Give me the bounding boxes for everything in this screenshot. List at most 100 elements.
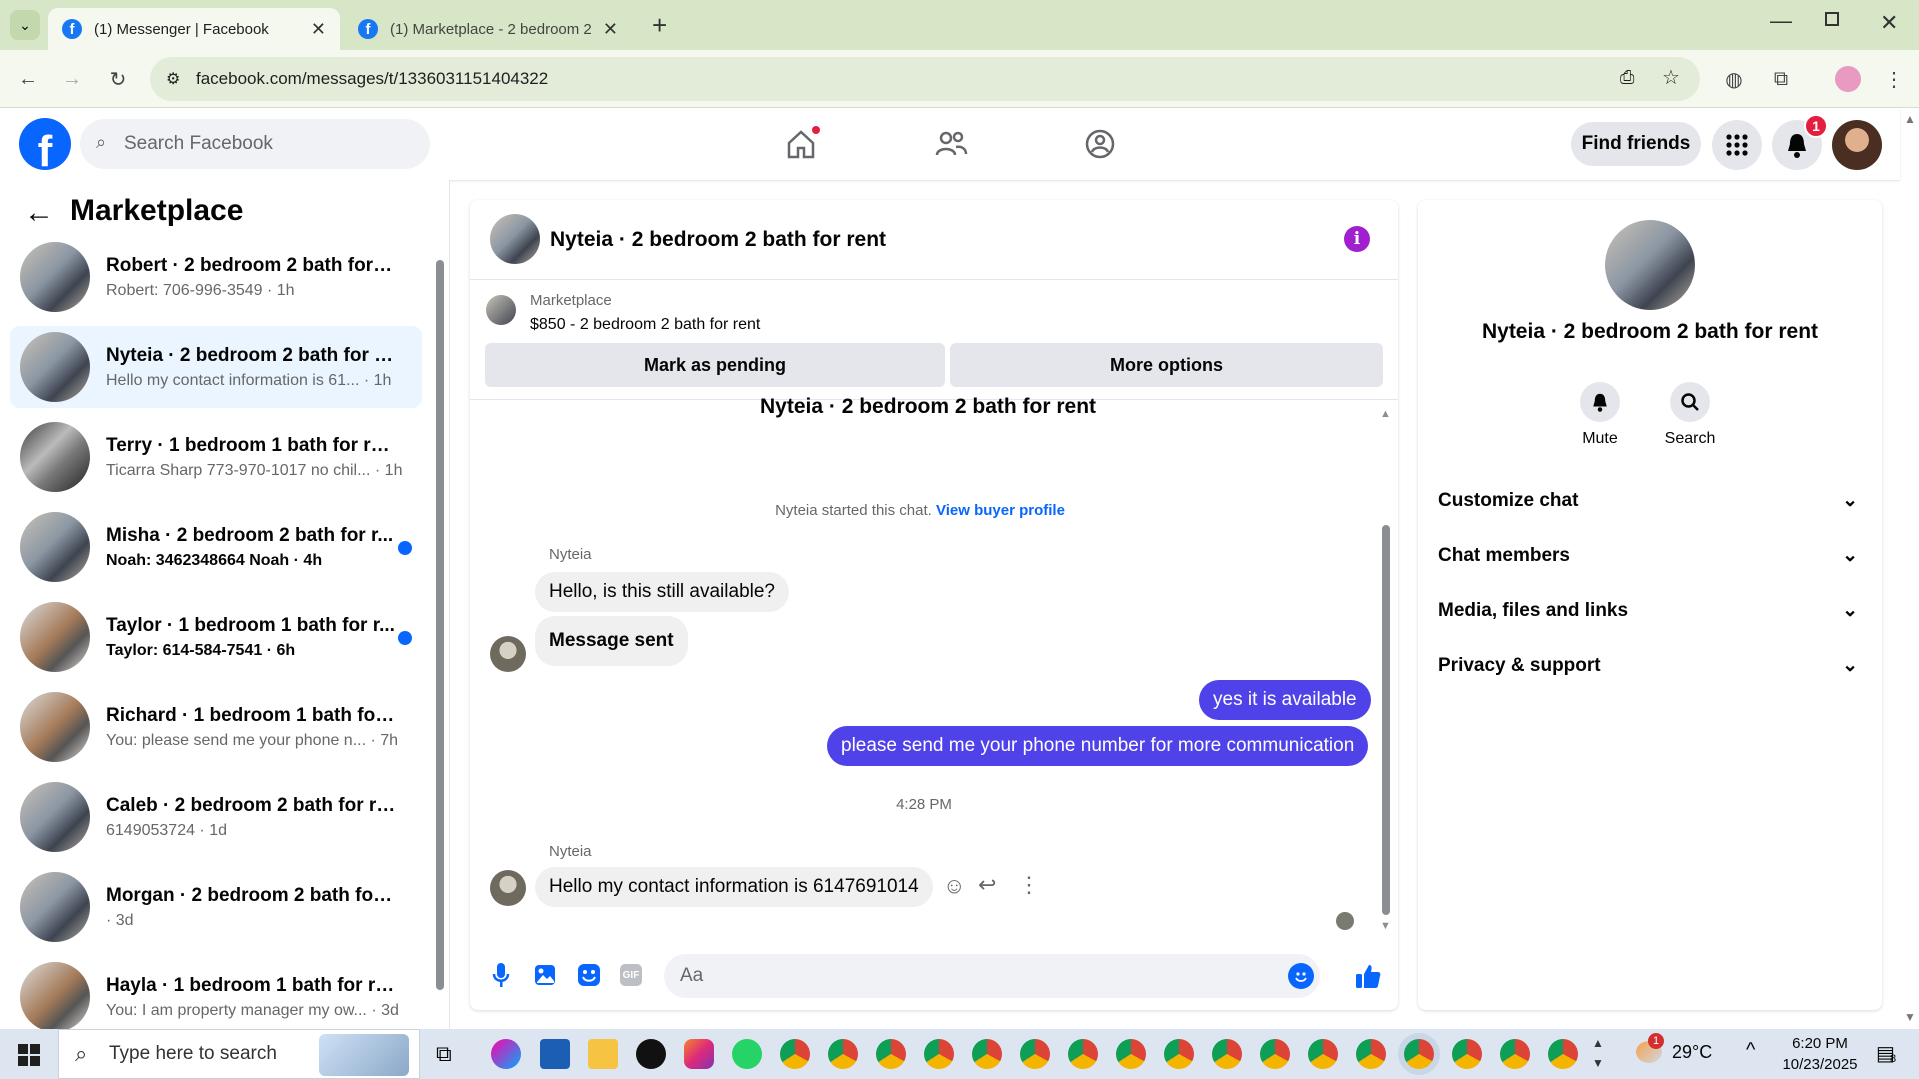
chat-members-section[interactable]: Chat members ⌄ (1438, 544, 1858, 567)
menu-grid-icon[interactable] (1712, 120, 1762, 170)
home-nav-icon[interactable] (776, 120, 826, 168)
chat-title[interactable]: Nyteia · 2 bedroom 2 bath for rent (550, 228, 886, 252)
account-avatar[interactable] (1832, 120, 1882, 170)
back-arrow-icon[interactable]: ← (24, 196, 54, 230)
conversation-item-selected[interactable]: Nyteia · 2 bedroom 2 bath for re... Hello… (10, 326, 422, 408)
emoji-picker-icon[interactable] (1288, 963, 1314, 989)
taskbar-overflow-arrows[interactable]: ▲ ▼ (1592, 1033, 1604, 1073)
reply-arrow-icon[interactable]: ↩ (978, 872, 996, 898)
groups-nav-icon[interactable] (1075, 120, 1125, 168)
notifications-bell-icon[interactable]: 1 (1772, 114, 1828, 170)
chrome-menu-icon[interactable]: ⋮ (1878, 63, 1910, 95)
outgoing-message[interactable]: please send me your phone number for mor… (827, 726, 1369, 766)
store-icon[interactable] (540, 1039, 570, 1069)
gif-icon[interactable]: GIF (620, 964, 642, 986)
info-avatar[interactable] (1605, 220, 1695, 310)
globe-icon[interactable]: ◍ (1718, 63, 1750, 95)
profile-icon[interactable] (1832, 63, 1864, 95)
chrome-profile-icon[interactable] (1068, 1039, 1098, 1069)
page-scroll-up-arrow[interactable]: ▲ (1904, 112, 1916, 126)
chat-header-avatar[interactable] (490, 214, 540, 264)
incoming-message[interactable]: Hello my contact information is 61476910… (535, 867, 933, 907)
close-tab-icon[interactable]: ✕ (603, 19, 618, 40)
chrome-active-window-icon[interactable] (1404, 1039, 1434, 1069)
chrome-profile-icon[interactable] (876, 1039, 906, 1069)
reload-icon[interactable]: ↻ (102, 63, 134, 95)
like-thumbs-up-icon[interactable] (1352, 960, 1384, 992)
more-actions-icon[interactable]: ⋮ (1018, 872, 1040, 898)
conversation-item[interactable]: Misha · 2 bedroom 2 bath for r... Noah: 3… (10, 506, 422, 588)
chrome-profile-icon[interactable] (828, 1039, 858, 1069)
chrome-profile-icon[interactable] (1356, 1039, 1386, 1069)
chrome-profile-icon[interactable] (924, 1039, 954, 1069)
system-clock[interactable]: 6:20 PM 10/23/2025 (1770, 1033, 1870, 1075)
tiktok-icon[interactable] (636, 1039, 666, 1069)
site-settings-icon[interactable]: ⚙ (166, 69, 180, 89)
incoming-message[interactable]: Message sent (535, 616, 688, 666)
chrome-profile-icon[interactable] (1452, 1039, 1482, 1069)
windows-start-icon[interactable] (18, 1044, 40, 1066)
chrome-profile-icon[interactable] (1548, 1039, 1578, 1069)
find-friends-button[interactable]: Find friends (1571, 122, 1701, 166)
sidebar-scrollbar[interactable] (436, 260, 444, 990)
mark-as-pending-button[interactable]: Mark as pending (485, 343, 945, 387)
outgoing-message[interactable]: yes it is available (1199, 680, 1371, 720)
conversation-item[interactable]: Caleb · 2 bedroom 2 bath for rent 6149053… (10, 776, 422, 858)
copilot-icon[interactable] (491, 1039, 521, 1069)
extensions-icon[interactable]: ⧉ (1765, 63, 1797, 95)
microphone-icon[interactable] (486, 960, 516, 990)
taskbar-search-box[interactable]: ⌕ Type here to search (58, 1029, 420, 1079)
tray-chevron-icon[interactable]: ^ (1746, 1039, 1755, 1062)
page-scroll-down-arrow[interactable]: ▼ (1904, 1010, 1916, 1024)
tab-search-button[interactable]: ⌄ (10, 10, 40, 40)
message-input[interactable]: Aa (664, 954, 1320, 998)
chrome-profile-icon[interactable] (1020, 1039, 1050, 1069)
whatsapp-icon[interactable] (732, 1039, 762, 1069)
install-app-icon[interactable]: ⎙ (1620, 67, 1634, 88)
customize-chat-section[interactable]: Customize chat ⌄ (1438, 489, 1858, 512)
conversation-item[interactable]: Robert · 2 bedroom 2 bath for r... Robert… (10, 236, 422, 318)
chrome-profile-icon[interactable] (1500, 1039, 1530, 1069)
chrome-profile-icon[interactable] (1308, 1039, 1338, 1069)
conversation-item[interactable]: Terry · 1 bedroom 1 bath for rent Ticarra… (10, 416, 422, 498)
photo-attach-icon[interactable] (530, 960, 560, 990)
facebook-search-input[interactable]: ⌕ Search Facebook (80, 119, 430, 169)
conversation-item[interactable]: Taylor · 1 bedroom 1 bath for r... Taylor… (10, 596, 422, 678)
conversation-item[interactable]: Morgan · 2 bedroom 2 bath for ... · 3d (10, 866, 422, 948)
chrome-profile-icon[interactable] (780, 1039, 810, 1069)
chrome-profile-icon[interactable] (1164, 1039, 1194, 1069)
facebook-logo[interactable]: f (19, 118, 71, 170)
close-window-icon[interactable]: ✕ (1880, 10, 1898, 36)
friends-nav-icon[interactable] (926, 120, 976, 168)
back-icon[interactable]: ← (12, 63, 44, 95)
new-tab-icon[interactable]: + (652, 10, 667, 41)
weather-widget[interactable]: 29°C 1 (1636, 1033, 1712, 1063)
chrome-profile-icon[interactable] (1212, 1039, 1242, 1069)
instagram-icon[interactable] (684, 1039, 714, 1069)
notification-center-icon[interactable]: ▤ 8 (1876, 1041, 1896, 1066)
chrome-profile-icon[interactable] (1260, 1039, 1290, 1069)
sticker-icon[interactable] (574, 960, 604, 990)
media-files-links-section[interactable]: Media, files and links ⌄ (1438, 599, 1858, 622)
conversation-item[interactable]: Hayla · 1 bedroom 1 bath for rent You: I … (10, 956, 422, 1029)
search-in-chat-button[interactable] (1670, 382, 1710, 422)
chrome-profile-icon[interactable] (972, 1039, 1002, 1069)
address-bar[interactable]: ⚙ facebook.com/messages/t/13360311514043… (150, 57, 1700, 101)
thread-scrollbar[interactable] (1382, 525, 1390, 915)
view-buyer-profile-link[interactable]: View buyer profile (936, 502, 1065, 519)
restore-window-icon[interactable] (1825, 12, 1839, 26)
forward-icon[interactable]: → (56, 63, 88, 95)
conversation-info-icon[interactable]: i (1344, 226, 1370, 252)
minimize-window-icon[interactable]: — (1770, 8, 1792, 34)
thread-scroll-down-arrow[interactable]: ▼ (1380, 920, 1391, 932)
mute-button[interactable] (1580, 382, 1620, 422)
react-emoji-icon[interactable]: ☺ (943, 873, 965, 899)
conversation-item[interactable]: Richard · 1 bedroom 1 bath for r... You: … (10, 686, 422, 768)
file-explorer-icon[interactable] (588, 1039, 618, 1069)
more-options-button[interactable]: More options (950, 343, 1383, 387)
close-tab-icon[interactable]: ✕ (311, 19, 326, 40)
privacy-support-section[interactable]: Privacy & support ⌄ (1438, 654, 1858, 677)
task-view-icon[interactable]: ⧉ (436, 1041, 452, 1067)
incoming-message[interactable]: Hello, is this still available? (535, 572, 789, 612)
bookmark-star-icon[interactable]: ☆ (1662, 65, 1680, 90)
